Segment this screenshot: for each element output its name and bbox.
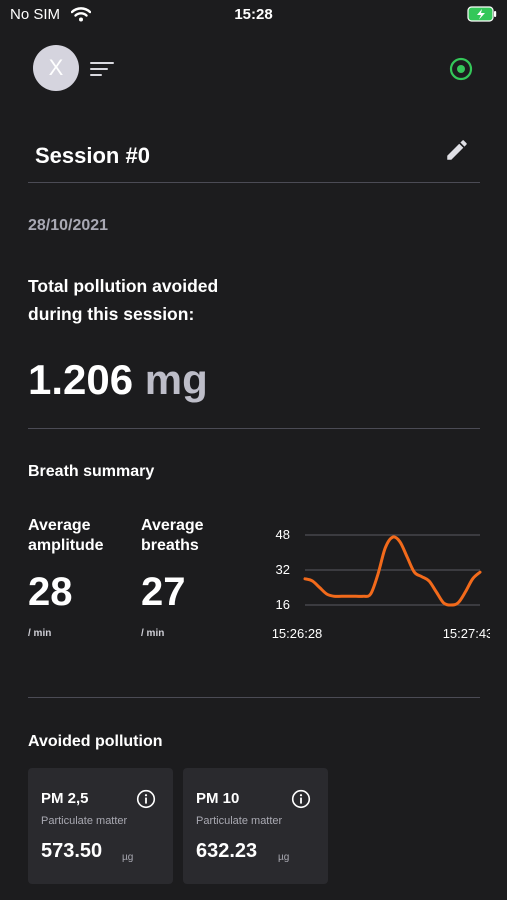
pm25-card-unit: µg <box>122 852 134 863</box>
device-connected-icon[interactable] <box>449 57 473 81</box>
chart-x-tick-label: 15:26:28 <box>272 626 323 641</box>
pm10-card-title: PM 10 <box>196 790 240 807</box>
info-icon[interactable] <box>136 789 156 809</box>
total-pollution-label: Total pollution avoided during this sess… <box>28 272 288 328</box>
pm25-card-title: PM 2,5 <box>41 790 89 807</box>
amplitude-unit: / min <box>28 628 52 639</box>
pm25-card-value: 573.50 <box>41 840 103 862</box>
chart-x-tick-label: 15:27:43 <box>443 626 490 641</box>
amplitude-label-line2: amplitude <box>28 537 104 554</box>
breaths-label-line2: breaths <box>141 537 199 554</box>
chart-y-tick-label: 16 <box>276 597 290 612</box>
session-date: 28/10/2021 <box>28 217 109 234</box>
total-pollution-value: 1.206 mg <box>28 356 208 404</box>
breath-summary-title: Breath summary <box>28 463 155 480</box>
title-divider <box>28 182 480 183</box>
breaths-value: 27 <box>141 570 186 614</box>
breaths-label-line1: Average <box>141 517 204 534</box>
info-icon[interactable] <box>291 789 311 809</box>
amplitude-label: Average amplitude <box>28 516 104 556</box>
status-time: 15:28 <box>234 6 273 23</box>
avoided-pollution-title: Avoided pollution <box>28 733 163 750</box>
chart-y-tick-label: 32 <box>276 562 290 577</box>
total-value-unit: mg <box>144 356 208 403</box>
edit-pencil-icon[interactable] <box>444 137 470 163</box>
menu-icon[interactable] <box>90 60 114 78</box>
section-divider-2 <box>28 697 480 698</box>
chart-y-tick-label: 48 <box>276 527 290 542</box>
breath-series-line <box>303 535 482 607</box>
pm10-card[interactable]: PM 10 Particulate matter 632.23 µg <box>183 768 328 884</box>
amplitude-label-line1: Average <box>28 517 91 534</box>
amplitude-value: 28 <box>28 570 73 614</box>
pm25-card[interactable]: PM 2,5 Particulate matter 573.50 µg <box>28 768 173 884</box>
total-label-line1: Total pollution avoided <box>28 276 219 296</box>
pm25-card-subtitle: Particulate matter <box>41 815 128 827</box>
total-label-line2: during this session: <box>28 304 195 324</box>
breaths-unit: / min <box>141 628 165 639</box>
breath-chart: 48 32 16 15:26:28 15:27:43 <box>272 527 490 641</box>
session-title: Session #0 <box>35 143 150 168</box>
battery-charging-icon <box>467 6 497 22</box>
total-value-number: 1.206 <box>28 356 134 403</box>
avatar-letter: X <box>48 55 64 80</box>
avatar[interactable]: X <box>33 45 79 91</box>
pm10-card-subtitle: Particulate matter <box>196 815 283 827</box>
pm10-card-unit: µg <box>278 852 290 863</box>
pm10-card-value: 632.23 <box>196 840 258 862</box>
breaths-label: Average breaths <box>141 516 204 556</box>
section-divider <box>28 428 480 429</box>
